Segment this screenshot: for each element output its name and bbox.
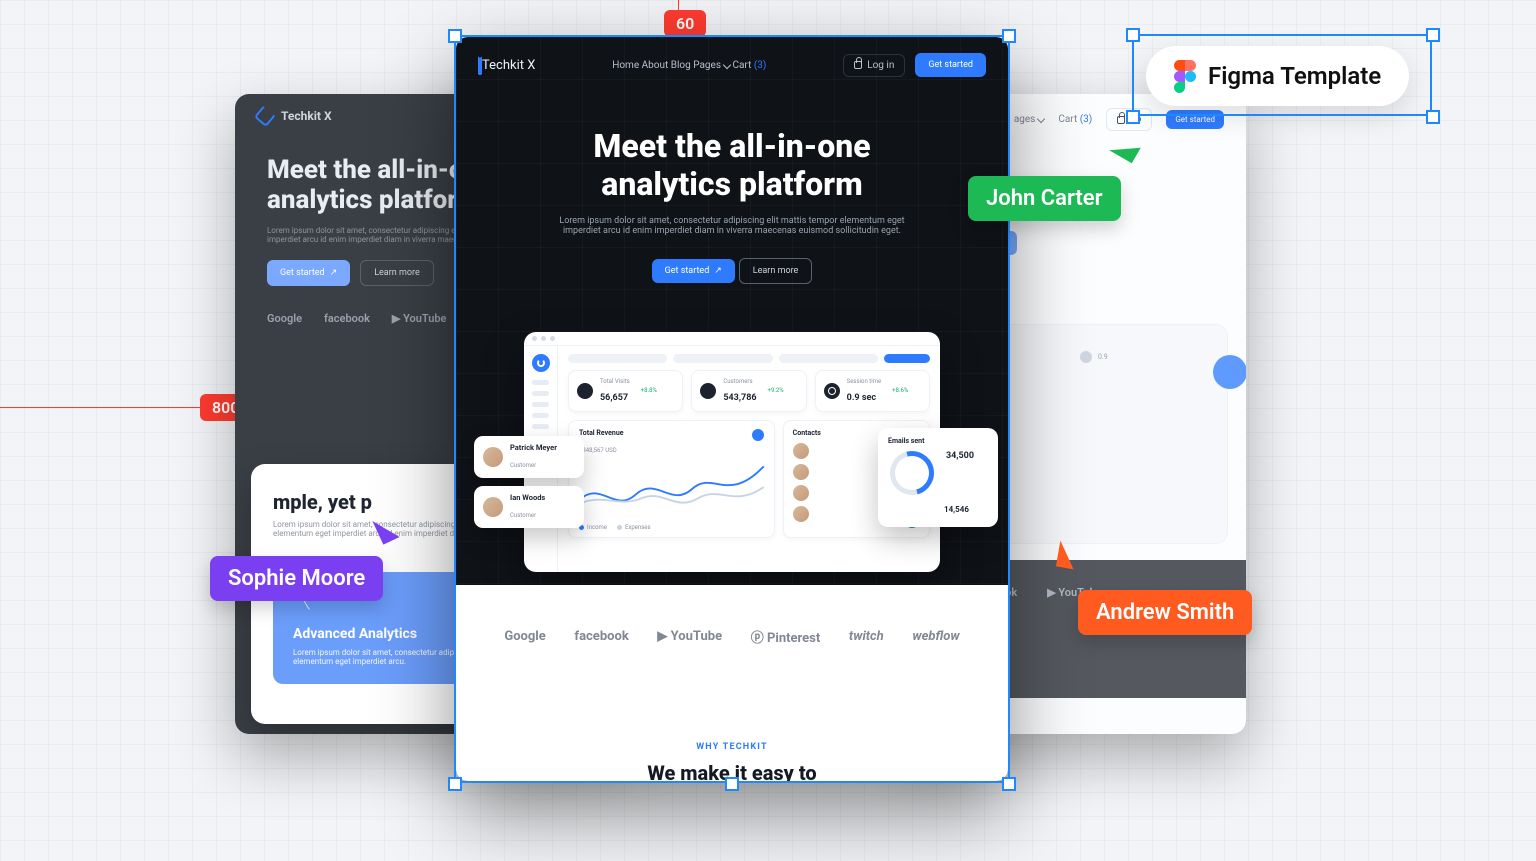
guide-label-top: 60 [664,10,706,37]
chevron-down-icon [1037,115,1045,123]
selection-outline-pill[interactable] [1132,34,1432,116]
cursor-label-john: John Carter [968,176,1121,221]
resize-handle-se[interactable] [1002,777,1016,791]
nav-cart[interactable]: Cart (3) [1058,114,1092,125]
cursor-label-sophie: Sophie Moore [210,556,383,601]
resize-handle-ne[interactable] [1002,29,1016,43]
selection-outline[interactable] [454,35,1010,783]
resize-handle-s[interactable] [725,777,739,791]
cursor-label-andrew: Andrew Smith [1078,590,1252,635]
resize-handle-sw[interactable] [448,777,462,791]
lock-icon [1117,116,1125,124]
resize-handle-ne[interactable] [1426,28,1440,42]
nav-pages[interactable]: ages [1014,114,1045,125]
resize-handle-nw[interactable] [448,29,462,43]
resize-handle-sw[interactable] [1126,110,1140,124]
resize-handle-se[interactable] [1426,110,1440,124]
resize-handle-nw[interactable] [1126,28,1140,42]
